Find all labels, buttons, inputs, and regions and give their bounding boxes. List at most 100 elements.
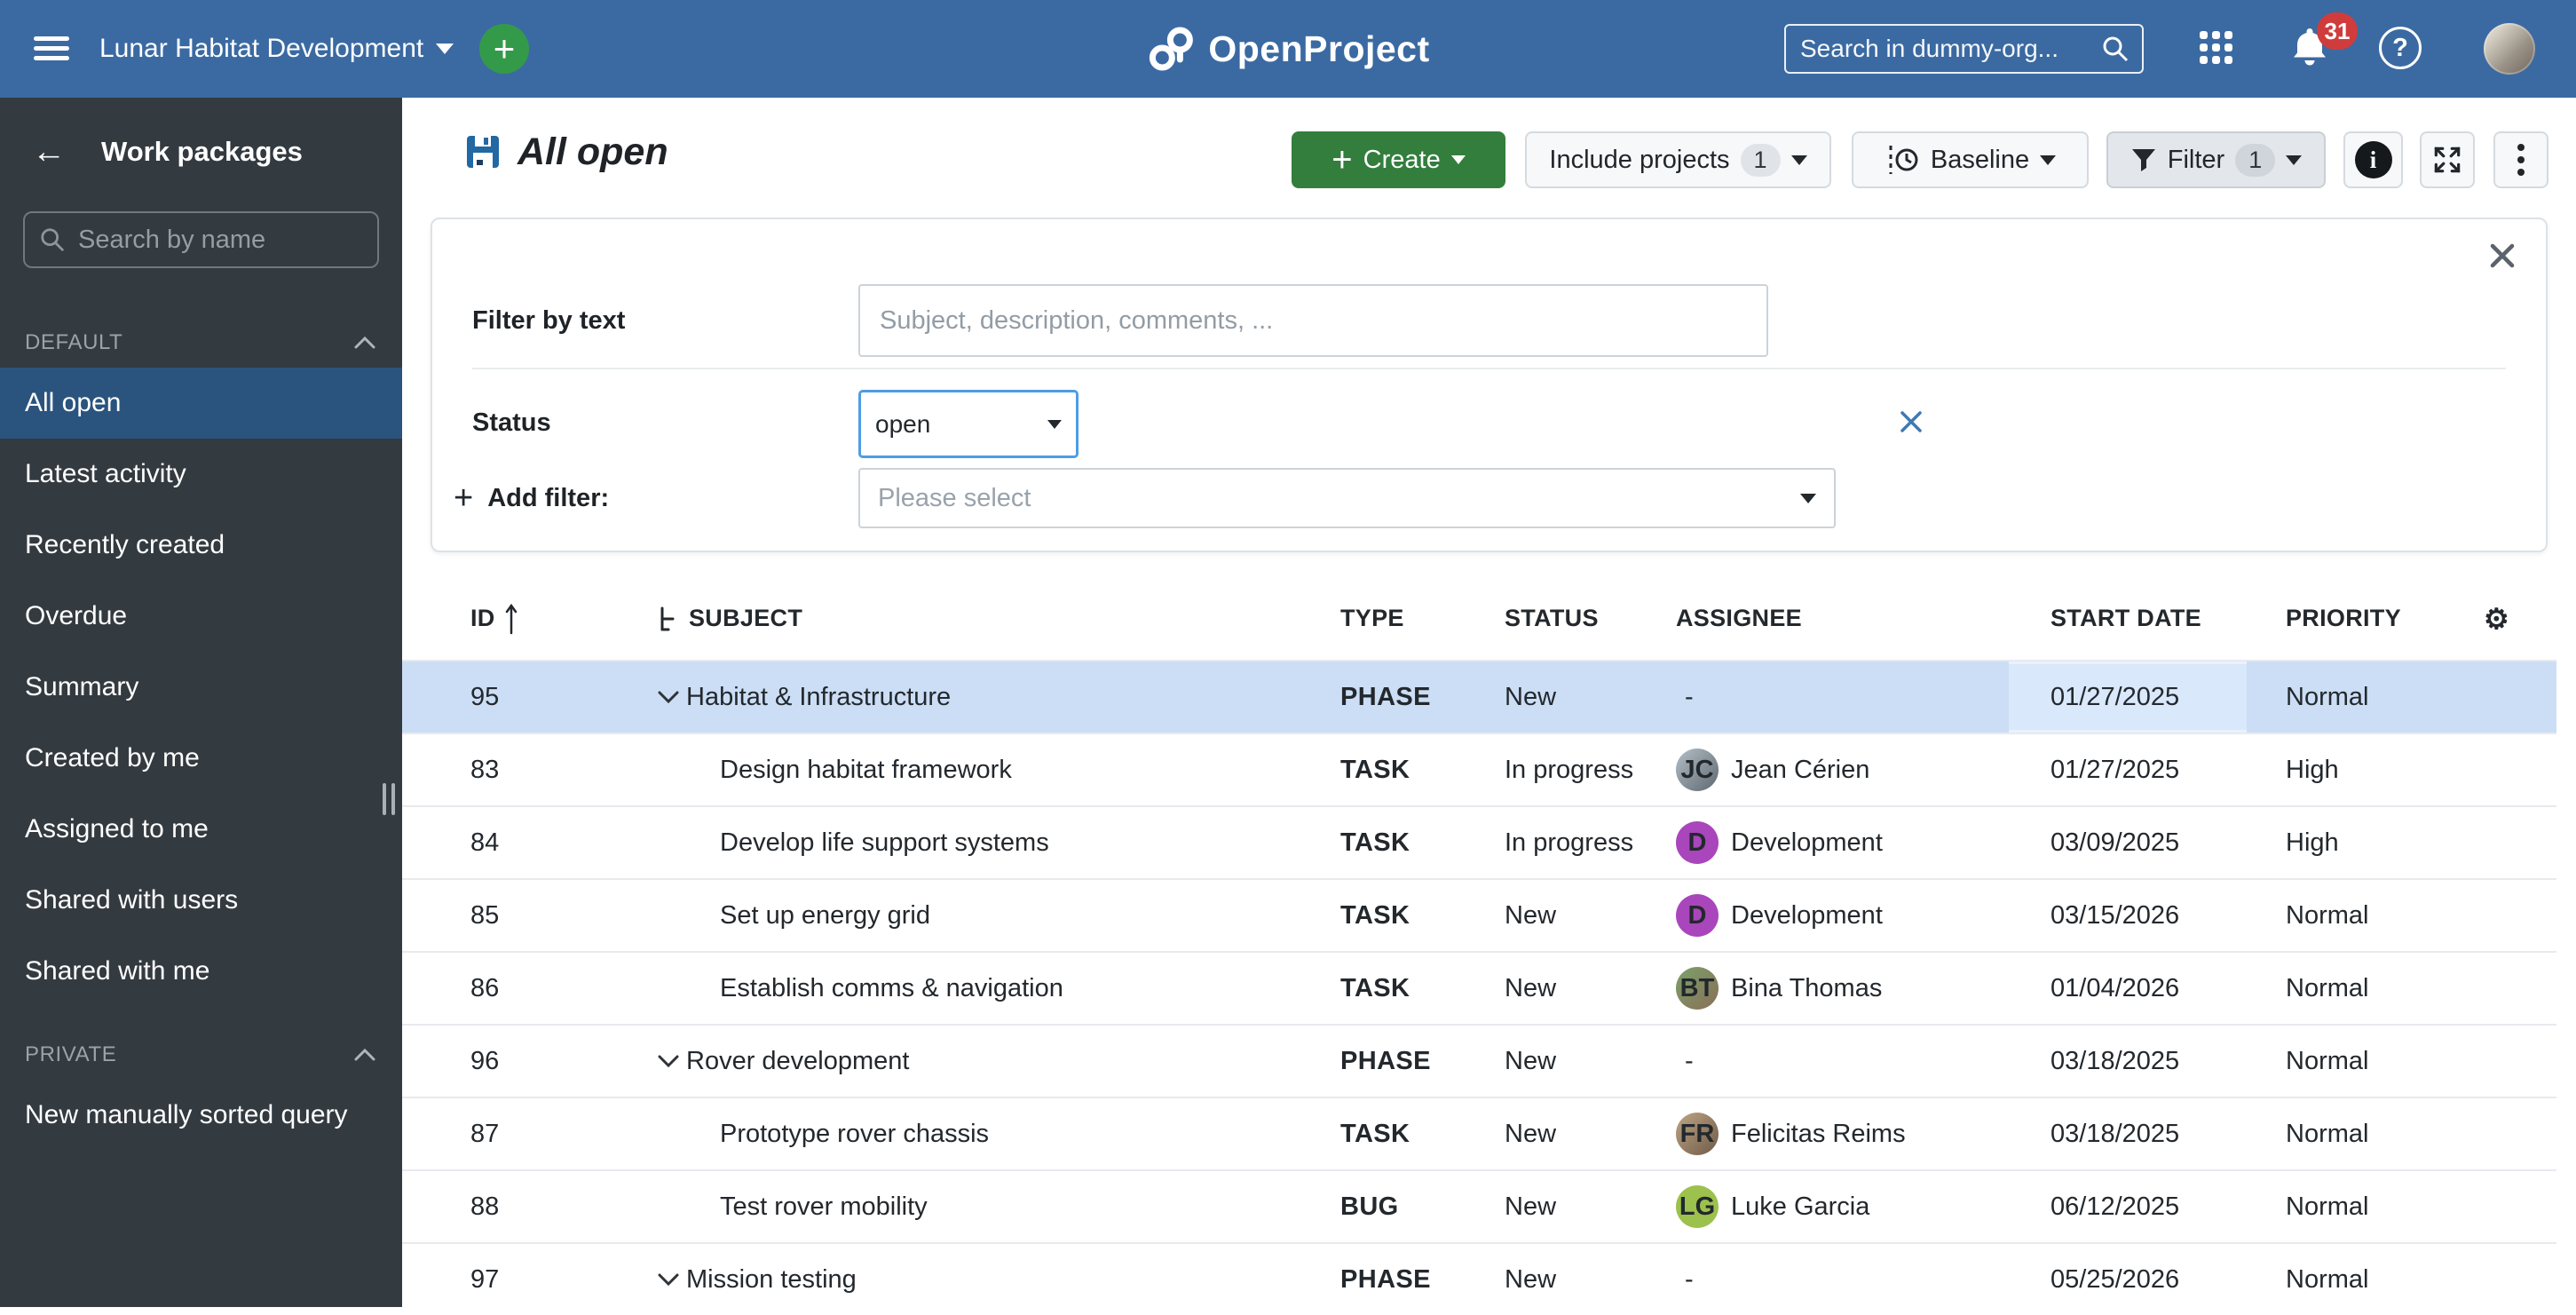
- work-package-id[interactable]: 96: [470, 1026, 499, 1097]
- sidebar-item-shared-with-users[interactable]: Shared with users: [0, 865, 402, 936]
- work-package-id[interactable]: 95: [470, 661, 499, 733]
- table-row[interactable]: 97 Mission testing PHASE New - 05/25/202…: [402, 1242, 2556, 1315]
- plus-icon: +: [493, 28, 516, 69]
- table-row[interactable]: 88 Test rover mobility BUG New LG Luke G…: [402, 1169, 2556, 1242]
- table-row[interactable]: 96 Rover development PHASE New - 03/18/2…: [402, 1024, 2556, 1097]
- project-selector[interactable]: Lunar Habitat Development: [99, 0, 454, 98]
- work-package-subject[interactable]: Prototype rover chassis: [720, 1098, 989, 1169]
- table-row[interactable]: 86 Establish comms & navigation TASK New…: [402, 951, 2556, 1024]
- work-package-id[interactable]: 85: [470, 880, 499, 951]
- status-cell: New: [1505, 1119, 1557, 1148]
- column-header-assignee[interactable]: ASSIGNEE: [1676, 577, 1802, 660]
- table-row[interactable]: 85 Set up energy grid TASK New D Develop…: [402, 878, 2556, 951]
- work-package-subject[interactable]: Test rover mobility: [720, 1171, 928, 1242]
- type-cell: TASK: [1340, 755, 1410, 784]
- start-date-cell: 03/09/2025: [2051, 828, 2180, 857]
- sidebar-item-assigned-to-me[interactable]: Assigned to me: [0, 794, 402, 865]
- quick-add-button[interactable]: +: [479, 24, 529, 74]
- sidebar-section-private[interactable]: PRIVATE: [0, 1030, 402, 1080]
- filter-by-text-input[interactable]: [858, 284, 1768, 357]
- work-package-subject[interactable]: Mission testing: [686, 1244, 857, 1315]
- column-header-subject[interactable]: SUBJECT: [657, 577, 802, 660]
- status-filter-select[interactable]: open: [858, 390, 1079, 458]
- notification-badge: 31: [2317, 12, 2358, 50]
- sidebar-section-default[interactable]: DEFAULT: [0, 318, 402, 368]
- info-button[interactable]: i: [2343, 131, 2403, 188]
- sidebar-search[interactable]: [23, 211, 379, 268]
- include-projects-button[interactable]: Include projects 1: [1525, 131, 1831, 188]
- include-projects-count-badge: 1: [1740, 143, 1781, 177]
- table-row[interactable]: 84 Develop life support systems TASK In …: [402, 805, 2556, 878]
- collapse-chevron-icon[interactable]: [657, 661, 680, 733]
- sidebar-item-created-by-me[interactable]: Created by me: [0, 723, 402, 794]
- start-date-cell: 03/18/2025: [2051, 1119, 2180, 1148]
- sidebar-title: Work packages: [101, 136, 303, 167]
- sidebar-item-recently-created[interactable]: Recently created: [0, 510, 402, 581]
- fullscreen-button[interactable]: [2420, 131, 2475, 188]
- work-package-subject[interactable]: Rover development: [686, 1026, 909, 1097]
- column-header-type[interactable]: TYPE: [1340, 577, 1404, 660]
- collapse-chevron-icon[interactable]: [657, 1244, 680, 1315]
- add-filter-select[interactable]: Please select: [858, 468, 1836, 528]
- table-settings-gear-icon[interactable]: ⚙: [2484, 577, 2509, 660]
- sidebar-resize-handle[interactable]: [383, 783, 395, 815]
- column-header-priority[interactable]: PRIORITY: [2286, 577, 2401, 660]
- work-package-id[interactable]: 83: [470, 734, 499, 805]
- sidebar-item-shared-with-me[interactable]: Shared with me: [0, 936, 402, 1007]
- assignee-name: Felicitas Reims: [1731, 1119, 1906, 1148]
- work-package-id[interactable]: 87: [470, 1098, 499, 1169]
- avatar: BT: [1676, 967, 1719, 1010]
- table-row[interactable]: 87 Prototype rover chassis TASK New FR F…: [402, 1097, 2556, 1169]
- assignee-cell: LG Luke Garcia: [1676, 1171, 1869, 1242]
- work-package-subject[interactable]: Establish comms & navigation: [720, 953, 1063, 1024]
- type-cell: TASK: [1340, 1119, 1410, 1148]
- back-arrow-icon[interactable]: ←: [32, 133, 71, 171]
- project-selector-label: Lunar Habitat Development: [99, 34, 424, 63]
- type-cell: PHASE: [1340, 1046, 1431, 1075]
- work-package-subject[interactable]: Habitat & Infrastructure: [686, 661, 951, 733]
- work-package-id[interactable]: 97: [470, 1244, 499, 1315]
- notifications-button[interactable]: 31: [2287, 12, 2358, 76]
- filter-button[interactable]: Filter 1: [2106, 131, 2326, 188]
- baseline-button[interactable]: Baseline: [1852, 131, 2089, 188]
- assignee-cell: -: [1685, 1046, 1694, 1075]
- work-package-id[interactable]: 88: [470, 1171, 499, 1242]
- column-header-id[interactable]: ID: [470, 577, 518, 660]
- work-package-subject[interactable]: Design habitat framework: [720, 734, 1012, 805]
- collapse-chevron-icon[interactable]: [657, 1026, 680, 1097]
- sidebar-item-latest-activity[interactable]: Latest activity: [0, 439, 402, 510]
- work-packages-table: ID SUBJECT TYPE STATUS ASSIGNEE START DA…: [402, 577, 2556, 1315]
- remove-status-filter-icon[interactable]: [1899, 409, 1924, 434]
- work-package-id[interactable]: 86: [470, 953, 499, 1024]
- table-row[interactable]: 83 Design habitat framework TASK In prog…: [402, 733, 2556, 805]
- type-cell: TASK: [1340, 900, 1410, 930]
- page-title: All open: [518, 130, 668, 173]
- global-search[interactable]: [1784, 24, 2144, 74]
- more-options-button[interactable]: [2493, 131, 2548, 188]
- hamburger-menu-icon[interactable]: [34, 36, 69, 66]
- chevron-down-icon: [2286, 154, 2303, 165]
- sidebar-item-summary[interactable]: Summary: [0, 652, 402, 723]
- close-filter-icon[interactable]: [2489, 242, 2516, 269]
- save-icon[interactable]: [464, 133, 502, 170]
- assignee-cell: D Development: [1676, 880, 1883, 951]
- work-package-subject[interactable]: Set up energy grid: [720, 880, 930, 951]
- apps-grid-icon[interactable]: [2200, 31, 2232, 64]
- sidebar-search-input[interactable]: [76, 224, 363, 256]
- column-header-start-date[interactable]: START DATE: [2051, 577, 2201, 660]
- create-button[interactable]: + Create: [1292, 131, 1505, 188]
- global-search-input[interactable]: [1798, 34, 2092, 64]
- user-avatar[interactable]: [2484, 23, 2535, 75]
- assignee-cell: D Development: [1676, 807, 1883, 878]
- chevron-up-icon: [354, 337, 375, 349]
- sidebar-item-all-open[interactable]: All open: [0, 368, 402, 439]
- type-cell: PHASE: [1340, 682, 1431, 711]
- work-package-id[interactable]: 84: [470, 807, 499, 878]
- column-header-status[interactable]: STATUS: [1505, 577, 1599, 660]
- help-icon[interactable]: ?: [2379, 27, 2422, 69]
- table-row[interactable]: 95 Habitat & Infrastructure PHASE New - …: [402, 660, 2556, 733]
- info-icon: i: [2354, 141, 2392, 178]
- sidebar-item-overdue[interactable]: Overdue: [0, 581, 402, 652]
- sidebar-item-new-manually-sorted-query[interactable]: New manually sorted query: [0, 1080, 402, 1151]
- work-package-subject[interactable]: Develop life support systems: [720, 807, 1049, 878]
